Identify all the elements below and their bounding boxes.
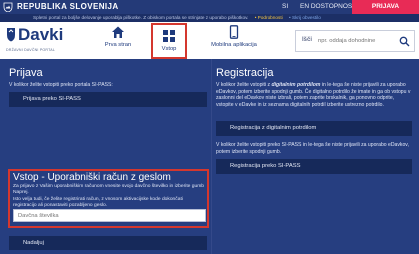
mobile-icon — [229, 25, 239, 39]
nav-home-label: Prva stran — [104, 42, 132, 48]
continue-button[interactable]: Nadaljuj — [9, 236, 207, 250]
login-button[interactable]: PRIJAVA — [352, 0, 419, 14]
registracija-title: Registracija — [216, 67, 274, 79]
nav-mobile-app[interactable]: Mobilna aplikacija — [206, 25, 262, 58]
nav-home[interactable]: Prva stran — [98, 25, 138, 58]
header: Davki DRŽAVNI DAVČNI PORTAL Prva stran V… — [0, 22, 419, 59]
language-si[interactable]: SI — [282, 3, 288, 11]
registracija-text-1: V kolikor želite vstopiti z digitalnim p… — [216, 82, 412, 108]
nav-mobile-label: Mobilna aplikacija — [211, 42, 257, 48]
cookie-details-link[interactable]: • Podrobnosti — [255, 15, 283, 20]
vstop-title: Vstop - Uporabniški račun z geslom — [13, 172, 171, 183]
cookie-hide-link[interactable]: • Skrij obvestilo — [289, 15, 321, 20]
nav-login-label: Vstop — [161, 46, 177, 52]
vstop-password-panel: Vstop - Uporabniški račun z geslom Za pr… — [8, 169, 209, 228]
search-label: Išči — [302, 37, 313, 43]
logo-text[interactable]: Davki — [18, 26, 63, 43]
vstop-info-text: Isto velja tudi, če želite registrirati … — [13, 197, 183, 209]
site-title[interactable]: REPUBLIKA SLOVENIJA — [17, 2, 119, 12]
top-bar: REPUBLIKA SLOVENIJA SI EN DOSTOPNOST ▾ P… — [0, 0, 419, 14]
logo-subtitle: DRŽAVNI DAVČNI PORTAL — [6, 48, 56, 52]
column-divider — [211, 59, 212, 254]
cookie-text: Spletni portal za boljše delovanje upora… — [33, 15, 249, 20]
home-icon — [112, 26, 124, 38]
tax-number-input[interactable] — [13, 209, 206, 222]
search-icon[interactable] — [399, 36, 410, 47]
registracija-text-1-emphasis: digitalnim potrdilom — [271, 82, 321, 88]
grid-icon — [163, 30, 175, 42]
davki-logo-icon — [7, 28, 15, 42]
search-box[interactable]: Išči — [295, 30, 415, 52]
prijava-sipass-button[interactable]: Prijava preko SI-PASS — [9, 92, 207, 107]
registracija-text-1a: V kolikor želite vstopiti z — [216, 82, 272, 88]
prijava-text: V kolikor želite vstopiti preko portala … — [9, 82, 113, 88]
coat-of-arms-icon — [3, 2, 13, 12]
nav-login[interactable]: Vstop — [151, 23, 187, 59]
registracija-text-2: V kolikor želite vstopiti preko SI-PASS … — [216, 142, 409, 155]
cookie-bar: Spletni portal za boljše delovanje upora… — [0, 14, 419, 22]
register-sipass-button[interactable]: Registracija preko SI-PASS — [216, 159, 412, 174]
register-certificate-button[interactable]: Registracija z digitalnim potrdilom — [216, 121, 412, 136]
prijava-title: Prijava — [9, 67, 43, 79]
search-input[interactable] — [318, 36, 396, 46]
vstop-intro-text: Za prijavo z Vašim uporabniškim računom … — [13, 184, 204, 196]
